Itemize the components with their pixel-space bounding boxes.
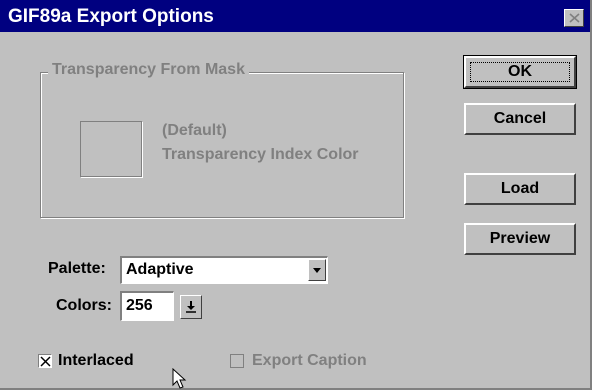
preview-button[interactable]: Preview (464, 223, 576, 255)
palette-dropdown-button[interactable] (308, 259, 326, 281)
colors-input[interactable]: 256 (120, 291, 174, 321)
mouse-pointer-icon (172, 368, 187, 389)
ok-button[interactable]: OK (463, 55, 577, 89)
colors-value: 256 (126, 297, 153, 314)
gif89a-export-dialog: GIF89a Export Options Transparency From … (0, 0, 592, 390)
close-button[interactable] (564, 9, 584, 27)
palette-select[interactable]: Adaptive (120, 256, 328, 284)
close-icon (569, 13, 580, 23)
transparency-group-label: Transparency From Mask (48, 61, 249, 79)
window-title: GIF89a Export Options (8, 6, 214, 27)
title-bar[interactable]: GIF89a Export Options (0, 0, 590, 32)
transparency-color-swatch[interactable] (80, 121, 142, 177)
export-caption-label: Export Caption (252, 352, 367, 369)
interlaced-label[interactable]: Interlaced (58, 352, 134, 370)
ok-button-label: OK (508, 63, 532, 80)
chevron-down-icon (313, 268, 321, 273)
transparency-index-label: Transparency Index Color (162, 146, 359, 163)
checkmark-icon (40, 356, 51, 367)
load-button[interactable]: Load (464, 173, 576, 205)
export-caption-checkbox (230, 354, 244, 368)
spin-down-icon (186, 301, 196, 313)
cancel-button[interactable]: Cancel (464, 103, 576, 135)
palette-value: Adaptive (126, 261, 194, 278)
colors-label: Colors: (56, 297, 112, 314)
default-label: (Default) (162, 122, 227, 139)
colors-spin-button[interactable] (180, 295, 202, 319)
palette-label: Palette: (48, 260, 106, 277)
interlaced-checkbox[interactable] (38, 354, 52, 368)
